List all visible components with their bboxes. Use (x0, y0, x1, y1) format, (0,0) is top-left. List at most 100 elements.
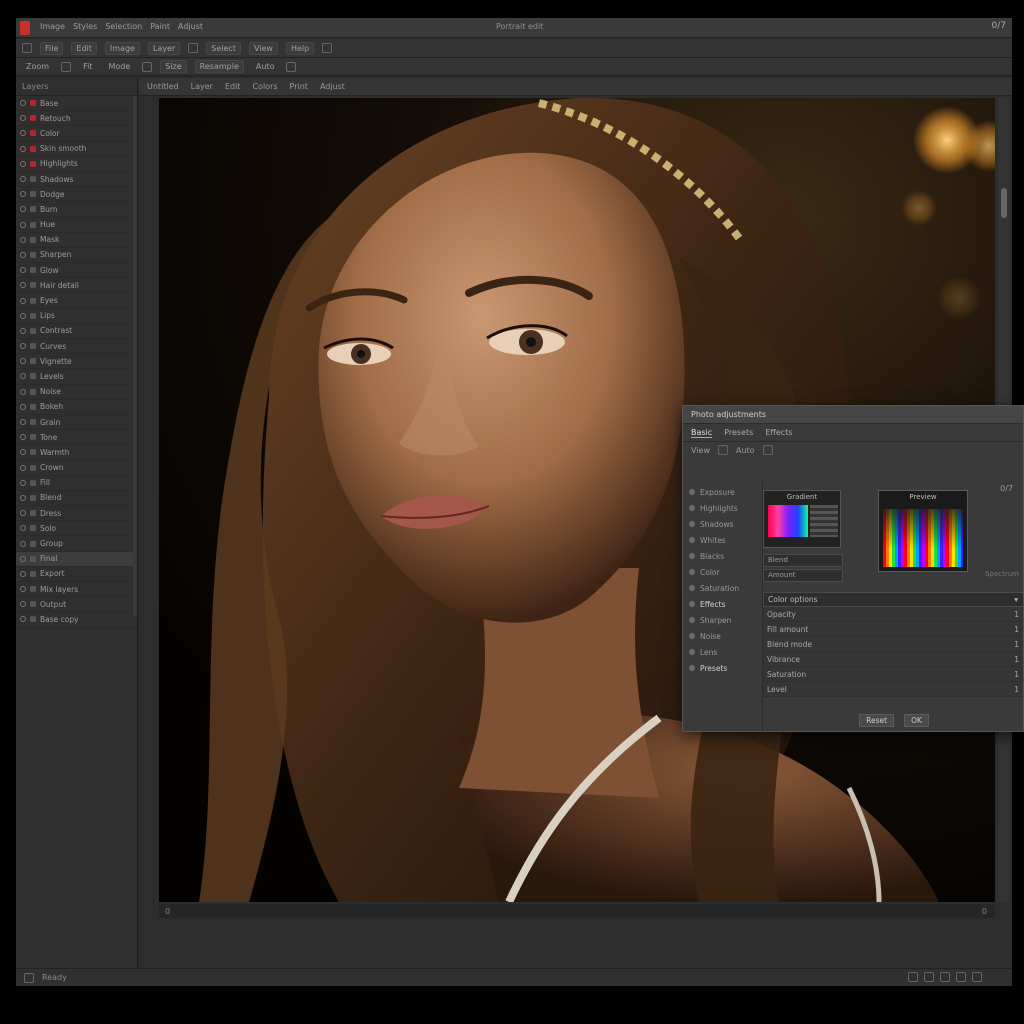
layer-row[interactable]: Eyes (16, 293, 137, 309)
layer-row[interactable]: Dodge (16, 187, 137, 203)
visibility-eye-icon[interactable] (20, 388, 26, 395)
visibility-eye-icon[interactable] (20, 343, 26, 350)
visibility-eye-icon[interactable] (20, 419, 26, 426)
visibility-eye-icon[interactable] (20, 251, 26, 258)
visibility-eye-icon[interactable] (20, 358, 26, 365)
layer-row[interactable]: Dress (16, 506, 137, 522)
visibility-eye-icon[interactable] (20, 616, 26, 623)
layer-row[interactable]: Final (16, 551, 137, 567)
adjustment-item[interactable]: Sharpen (689, 612, 756, 628)
visibility-eye-icon[interactable] (20, 540, 26, 547)
property-row[interactable]: Opacity 1 (763, 607, 1023, 622)
visibility-eye-icon[interactable] (20, 221, 26, 228)
auto-label[interactable]: Auto (736, 446, 755, 455)
visibility-eye-icon[interactable] (20, 327, 26, 334)
zoom-icon[interactable] (61, 61, 72, 72)
canvas-tab[interactable]: Untitled (147, 82, 179, 91)
layer-row[interactable]: Sharpen (16, 248, 137, 264)
layer-row[interactable]: Skin smooth (16, 142, 137, 157)
visibility-eye-icon[interactable] (20, 434, 26, 441)
visibility-eye-icon[interactable] (20, 236, 26, 243)
tab-effects[interactable]: Effects (765, 428, 792, 437)
layer-row[interactable]: Solo (16, 521, 137, 537)
property-value[interactable]: 1 (1014, 670, 1019, 679)
layer-row[interactable]: Color (16, 126, 137, 142)
layer-row[interactable]: Lips (16, 309, 137, 324)
menu-item[interactable]: Adjust (178, 22, 203, 31)
adjustment-item[interactable]: Noise (689, 628, 756, 644)
canvas-tab[interactable]: Colors (252, 82, 277, 91)
layer-row[interactable]: Mix layers (16, 582, 137, 598)
wand-icon[interactable] (762, 445, 773, 455)
visibility-eye-icon[interactable] (20, 510, 26, 517)
toolbar-button[interactable]: Select (206, 41, 241, 55)
visibility-eye-icon[interactable] (20, 115, 26, 122)
layer-row[interactable]: Warmth (16, 445, 137, 461)
expand-icon[interactable] (24, 972, 34, 983)
visibility-eye-icon[interactable] (20, 145, 26, 152)
option-item[interactable]: Zoom (22, 61, 53, 72)
layer-row[interactable]: Bokeh (16, 400, 137, 415)
option-item[interactable]: Auto (252, 61, 279, 72)
visibility-eye-icon[interactable] (20, 282, 26, 289)
adjustment-item[interactable]: Lens (689, 644, 756, 660)
visibility-eye-icon[interactable] (20, 176, 26, 183)
canvas-tab[interactable]: Edit (225, 82, 241, 91)
visibility-eye-icon[interactable] (20, 191, 26, 198)
blend-field[interactable]: Blend (763, 554, 843, 567)
visibility-eye-icon[interactable] (20, 297, 26, 304)
layer-row[interactable]: Vignette (16, 354, 137, 370)
menu-item[interactable]: Styles (73, 22, 97, 31)
canvas-tab[interactable]: Adjust (320, 82, 345, 91)
layer-row[interactable]: Fill (16, 476, 137, 491)
property-value[interactable]: 1 (1014, 625, 1019, 634)
adjustment-item[interactable]: Color (689, 564, 756, 580)
property-row[interactable]: Saturation 1 (763, 667, 1023, 682)
toolbar-button[interactable]: Edit (71, 41, 97, 55)
toolbar-button[interactable]: Layer (147, 41, 181, 55)
layer-row[interactable]: Burn (16, 202, 137, 218)
layer-row[interactable]: Output (16, 597, 137, 613)
layer-row[interactable]: Highlights (16, 157, 137, 172)
gradient-swatch[interactable]: Gradient (763, 490, 841, 548)
layer-row[interactable]: Export (16, 567, 137, 582)
fit-icon[interactable] (972, 972, 982, 982)
visibility-eye-icon[interactable] (20, 464, 26, 471)
color-options-dropdown[interactable]: Color options ▾ (763, 592, 1023, 607)
visibility-eye-icon[interactable] (20, 570, 26, 577)
visibility-eye-icon[interactable] (20, 494, 26, 501)
layer-row[interactable]: Grain (16, 415, 137, 431)
layers-icon[interactable] (322, 43, 333, 53)
property-row[interactable]: Blend mode 1 (763, 637, 1023, 652)
visibility-eye-icon[interactable] (20, 525, 26, 532)
layer-row[interactable]: Noise (16, 385, 137, 400)
adjustment-item[interactable]: Exposure (689, 484, 756, 500)
amount-field[interactable]: Amount (763, 569, 843, 582)
toolbar-button[interactable]: Image (104, 41, 140, 55)
option-item[interactable]: Mode (104, 61, 134, 72)
layer-row[interactable]: Base copy (16, 612, 137, 628)
property-row[interactable]: Level 1 (763, 682, 1023, 697)
canvas-tab[interactable]: Print (290, 82, 308, 91)
layer-row[interactable]: Retouch (16, 111, 137, 127)
visibility-eye-icon[interactable] (20, 267, 26, 274)
visibility-eye-icon[interactable] (20, 555, 26, 562)
option-item[interactable]: Fit (79, 61, 96, 72)
layer-row[interactable]: Hair detail (16, 278, 137, 294)
visibility-eye-icon[interactable] (20, 160, 26, 167)
adjustment-item[interactable]: Highlights (689, 500, 756, 516)
layer-row[interactable]: Glow (16, 263, 137, 279)
property-row[interactable]: Fill amount 1 (763, 622, 1023, 637)
adjustment-item[interactable]: Whites (689, 532, 756, 548)
layer-row[interactable]: Group (16, 536, 137, 552)
layer-row[interactable]: Curves (16, 339, 137, 355)
visibility-eye-icon[interactable] (20, 312, 26, 319)
view-label[interactable]: View (691, 446, 710, 455)
visibility-eye-icon[interactable] (20, 206, 26, 213)
toolbar-button[interactable]: Help (285, 41, 315, 55)
property-value[interactable]: 1 (1014, 640, 1019, 649)
zoom-out-icon[interactable] (924, 972, 934, 982)
canvas-tab[interactable]: Layer (191, 82, 213, 91)
visibility-eye-icon[interactable] (20, 479, 26, 486)
visibility-eye-icon[interactable] (20, 373, 26, 380)
